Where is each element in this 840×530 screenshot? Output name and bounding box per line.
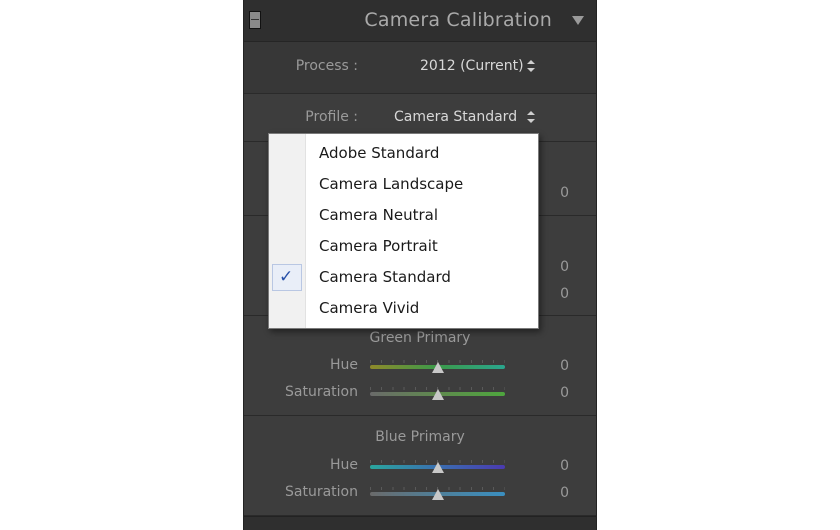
checkmark-icon: ✓ <box>279 267 294 287</box>
green-primary-title: Green Primary <box>369 330 471 346</box>
blue-primary-section: Blue Primary Hue 0 Saturation 0 <box>244 416 596 516</box>
menu-item-camera-vivid[interactable]: Camera Vivid <box>269 293 538 324</box>
menu-item-camera-landscape[interactable]: Camera Landscape <box>269 169 538 200</box>
green-primary-section: Green Primary Hue 0 Saturation 0 <box>244 316 596 416</box>
menu-item-label: Camera Vivid <box>319 299 420 317</box>
green-hue-thumb[interactable] <box>431 362 444 373</box>
menu-item-label: Camera Neutral <box>319 206 438 224</box>
green-hue-label: Hue <box>329 357 358 373</box>
panel-bottom-edge <box>244 516 596 530</box>
solo-mode-toggle-icon[interactable] <box>249 11 261 29</box>
menu-item-adobe-standard[interactable]: Adobe Standard <box>269 138 538 169</box>
process-section: Process : 2012 (Current) <box>244 42 596 94</box>
blue-primary-title: Blue Primary <box>375 429 465 445</box>
profile-label: Profile : <box>305 109 358 125</box>
shadows-tint-value: 0 <box>560 185 569 201</box>
blue-hue-thumb[interactable] <box>431 462 444 473</box>
menu-item-label: Camera Landscape <box>319 175 464 193</box>
process-stepper-icon[interactable] <box>527 60 535 72</box>
menu-item-label: Adobe Standard <box>319 144 440 162</box>
red-hue-value: 0 <box>560 259 569 275</box>
green-saturation-label: Saturation <box>285 384 358 400</box>
menu-item-label: Camera Standard <box>319 268 451 286</box>
profile-select[interactable]: Camera Standard <box>394 109 517 125</box>
blue-saturation-label: Saturation <box>285 484 358 500</box>
menu-item-label: Camera Portrait <box>319 237 438 255</box>
panel-title: Camera Calibration <box>364 9 552 31</box>
green-saturation-value: 0 <box>560 385 569 401</box>
red-saturation-value: 0 <box>560 286 569 302</box>
panel-header[interactable]: Camera Calibration <box>244 0 596 42</box>
blue-saturation-thumb[interactable] <box>431 489 444 500</box>
process-select[interactable]: 2012 (Current) <box>420 58 524 74</box>
green-saturation-thumb[interactable] <box>431 389 444 400</box>
panel-menu-arrow-icon[interactable] <box>572 16 584 25</box>
profile-stepper-icon[interactable] <box>527 111 535 123</box>
process-label: Process : <box>295 58 358 74</box>
blue-hue-value: 0 <box>560 458 569 474</box>
profile-dropdown-menu: Adobe Standard Camera Landscape Camera Neu… <box>268 133 539 329</box>
blue-saturation-value: 0 <box>560 485 569 501</box>
blue-hue-label: Hue <box>329 457 358 473</box>
menu-item-camera-standard[interactable]: ✓ Camera Standard <box>269 262 538 293</box>
menu-item-camera-portrait[interactable]: Camera Portrait <box>269 231 538 262</box>
green-hue-value: 0 <box>560 358 569 374</box>
menu-item-camera-neutral[interactable]: Camera Neutral <box>269 200 538 231</box>
checkmark-box: ✓ <box>272 264 302 291</box>
